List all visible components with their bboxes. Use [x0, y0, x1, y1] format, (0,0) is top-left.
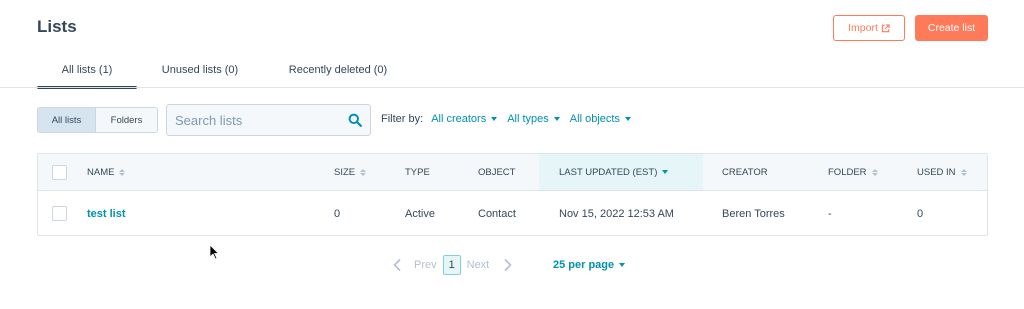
- creators-dropdown-label: All creators: [431, 113, 487, 125]
- tab-bar: All lists (1) Unused lists (0) Recently …: [37, 52, 413, 89]
- cell-folder: -: [828, 207, 832, 220]
- table-header: NAME SIZE TYPE OBJECT LAST UPDATED (EST)…: [38, 154, 987, 191]
- column-label-object: OBJECT: [478, 166, 516, 178]
- tab-unused-lists[interactable]: Unused lists (0): [137, 52, 263, 88]
- create-list-button[interactable]: Create list: [915, 15, 988, 41]
- caret-down-icon: [624, 117, 631, 121]
- chevron-left-icon[interactable]: [392, 258, 402, 272]
- table-row: test list 0 Active Contact Nov 15, 2022 …: [38, 191, 987, 236]
- column-header-used-in[interactable]: USED IN: [917, 154, 967, 190]
- prev-button[interactable]: Prev: [414, 259, 437, 271]
- types-dropdown[interactable]: All types: [507, 113, 560, 125]
- search-box: [166, 104, 371, 136]
- column-header-object: OBJECT: [478, 154, 515, 190]
- tab-recently-deleted[interactable]: Recently deleted (0): [263, 52, 413, 88]
- import-label: Import: [848, 22, 878, 34]
- per-page-dropdown[interactable]: 25 per page: [553, 259, 626, 271]
- column-label-type: TYPE: [405, 166, 430, 178]
- lists-table: NAME SIZE TYPE OBJECT LAST UPDATED (EST)…: [37, 153, 988, 236]
- column-label-folder: FOLDER: [828, 166, 867, 178]
- external-link-icon: [881, 23, 890, 32]
- column-header-creator: CREATOR: [722, 154, 768, 190]
- sort-icon: [119, 168, 126, 176]
- column-label-name: NAME: [87, 166, 115, 178]
- cell-last-updated: Nov 15, 2022 12:53 AM: [559, 207, 674, 220]
- objects-dropdown[interactable]: All objects: [570, 113, 631, 125]
- column-label-last-updated: LAST UPDATED (EST): [559, 166, 658, 178]
- sort-descending-icon: [662, 170, 669, 174]
- caret-down-icon: [491, 117, 498, 121]
- cell-creator: Beren Torres: [722, 207, 785, 220]
- next-button[interactable]: Next: [467, 259, 490, 271]
- sort-icon: [960, 168, 967, 176]
- search-input[interactable]: [175, 112, 348, 128]
- objects-dropdown-label: All objects: [569, 113, 620, 125]
- sort-icon: [871, 168, 878, 176]
- types-dropdown-label: All types: [507, 113, 549, 125]
- sort-icon: [360, 168, 367, 176]
- select-all-checkbox[interactable]: [52, 165, 67, 180]
- cell-object: Contact: [478, 207, 516, 220]
- folders-toggle[interactable]: Folders: [96, 108, 157, 132]
- filter-bar: Filter by: All creators All types All ob…: [381, 113, 641, 125]
- column-header-type: TYPE: [405, 154, 430, 190]
- import-button[interactable]: Import: [833, 15, 905, 41]
- all-lists-toggle[interactable]: All lists: [38, 108, 96, 132]
- cell-used-in: 0: [917, 207, 924, 220]
- mouse-pointer-icon: [209, 244, 220, 260]
- column-header-last-updated[interactable]: LAST UPDATED (EST): [539, 154, 703, 190]
- column-header-size[interactable]: SIZE: [334, 154, 367, 190]
- page-title: Lists: [37, 17, 77, 36]
- view-toggle: All lists Folders: [37, 107, 158, 133]
- search-icon[interactable]: [348, 113, 362, 127]
- column-label-creator: CREATOR: [722, 166, 768, 178]
- per-page-label: 25 per page: [553, 259, 615, 271]
- pagination: Prev 1 Next: [392, 255, 513, 275]
- cell-type: Active: [405, 207, 435, 220]
- creators-dropdown[interactable]: All creators: [431, 113, 498, 125]
- tab-all-lists[interactable]: All lists (1): [37, 52, 137, 89]
- column-header-folder[interactable]: FOLDER: [828, 154, 878, 190]
- column-header-name[interactable]: NAME: [87, 154, 126, 190]
- chevron-right-icon[interactable]: [503, 258, 513, 272]
- filter-label: Filter by:: [381, 113, 424, 125]
- cell-size: 0: [334, 207, 341, 220]
- row-checkbox[interactable]: [52, 206, 67, 221]
- caret-down-icon: [619, 263, 626, 267]
- column-label-used-in: USED IN: [917, 166, 956, 178]
- caret-down-icon: [553, 117, 560, 121]
- list-name-link[interactable]: test list: [87, 191, 126, 236]
- page-number-button[interactable]: 1: [442, 255, 461, 275]
- column-label-size: SIZE: [334, 166, 356, 178]
- tabs-divider: [0, 87, 1024, 88]
